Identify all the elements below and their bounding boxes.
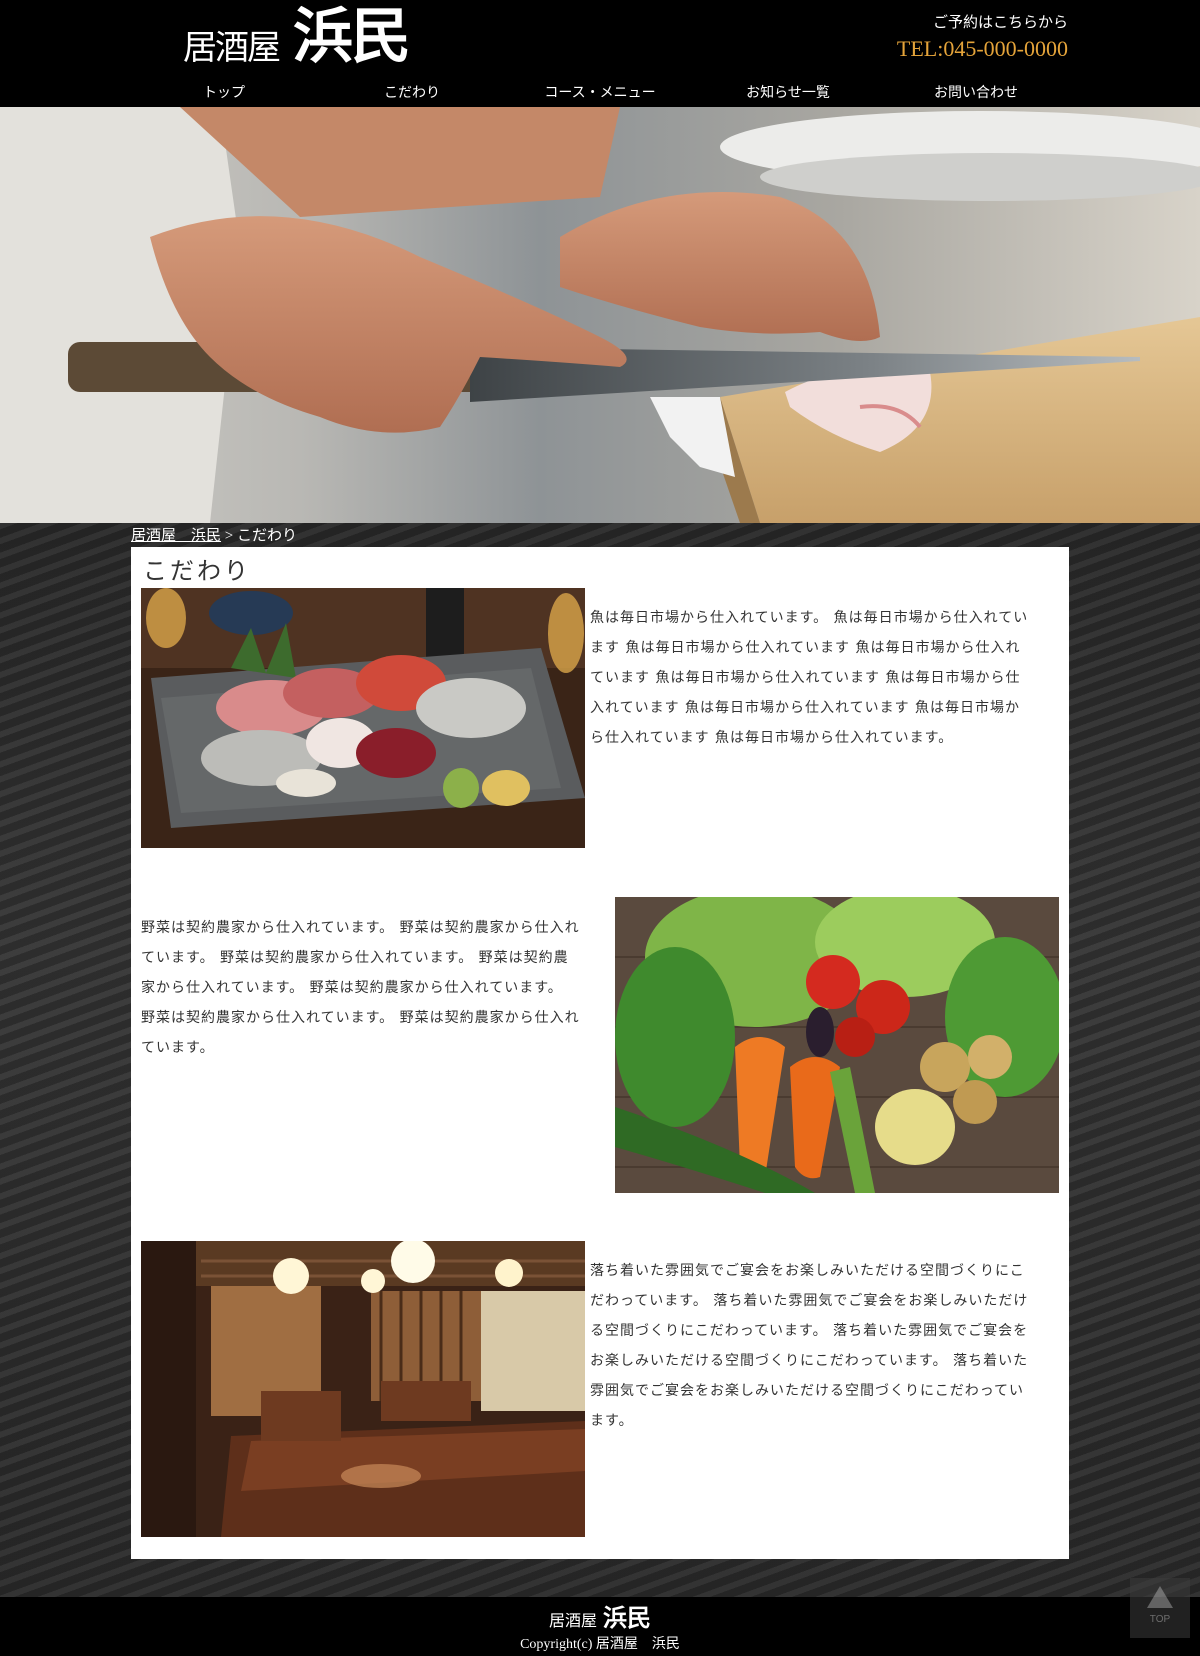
copyright-text: Copyright(c) 居酒屋 浜民 — [520, 1637, 680, 1652]
nav-item-news[interactable]: お知らせ一覧 — [694, 82, 882, 106]
breadcrumb-home-link[interactable]: 居酒屋 浜民 — [131, 528, 221, 544]
arrow-up-icon — [1147, 1586, 1173, 1608]
site-footer: 居酒屋 浜民 Copyright(c) 居酒屋 浜民 — [0, 1597, 1200, 1656]
nav-item-top[interactable]: トップ — [130, 82, 318, 106]
footer-logo-small-text: 居酒屋 — [548, 1611, 597, 1630]
site-header: 居酒屋 浜民 ご予約はこちらから TEL:045-000-0000 トップ こだ… — [0, 0, 1200, 107]
vegetables-photo — [615, 897, 1059, 1193]
interior-photo — [141, 1241, 585, 1537]
footer-logo-big-text: 浜民 — [603, 1603, 651, 1632]
content-card: こだわり 魚は毎日市場から仕入れています。 魚は毎日市場から仕入れています 魚は… — [131, 547, 1069, 1559]
nav-item-course-menu[interactable]: コース・メニュー — [506, 82, 694, 106]
footer-logo[interactable]: 居酒屋 浜民 — [0, 1598, 1200, 1633]
section-interior-text: 落ち着いた雰囲気でご宴会をお楽しみいただける空間づくりにこだわっています。 落ち… — [590, 1263, 1029, 1429]
logo-small-text: 居酒屋 — [183, 28, 281, 68]
hero-illustration — [0, 107, 1200, 523]
logo-big-text: 浜民 — [293, 2, 411, 72]
hero-image — [0, 107, 1200, 523]
nav-item-contact[interactable]: お問い合わせ — [882, 82, 1070, 106]
back-to-top-button[interactable]: TOP — [1130, 1578, 1190, 1638]
back-to-top-label: TOP — [1149, 1614, 1171, 1625]
breadcrumb-current: こだわり — [236, 528, 297, 544]
reservation-label: ご予約はこちらから — [932, 15, 1068, 31]
section-fish-text: 魚は毎日市場から仕入れています。 魚は毎日市場から仕入れています 魚は毎日市場か… — [590, 610, 1029, 746]
breadcrumb: 居酒屋 浜民 > こだわり — [131, 524, 297, 545]
sashimi-photo — [141, 588, 585, 848]
nav-item-kodawari[interactable]: こだわり — [318, 82, 506, 106]
page-title: こだわり — [143, 557, 251, 585]
main-nav: トップ こだわり コース・メニュー お知らせ一覧 お問い合わせ — [130, 82, 1070, 106]
section-vegetable-text: 野菜は契約農家から仕入れています。 野菜は契約農家から仕入れています。 野菜は契… — [141, 920, 580, 1056]
phone-number-link[interactable]: TEL:045-000-0000 — [897, 36, 1068, 62]
site-logo[interactable]: 居酒屋 浜民 — [183, 2, 411, 72]
breadcrumb-separator: > — [221, 528, 237, 544]
